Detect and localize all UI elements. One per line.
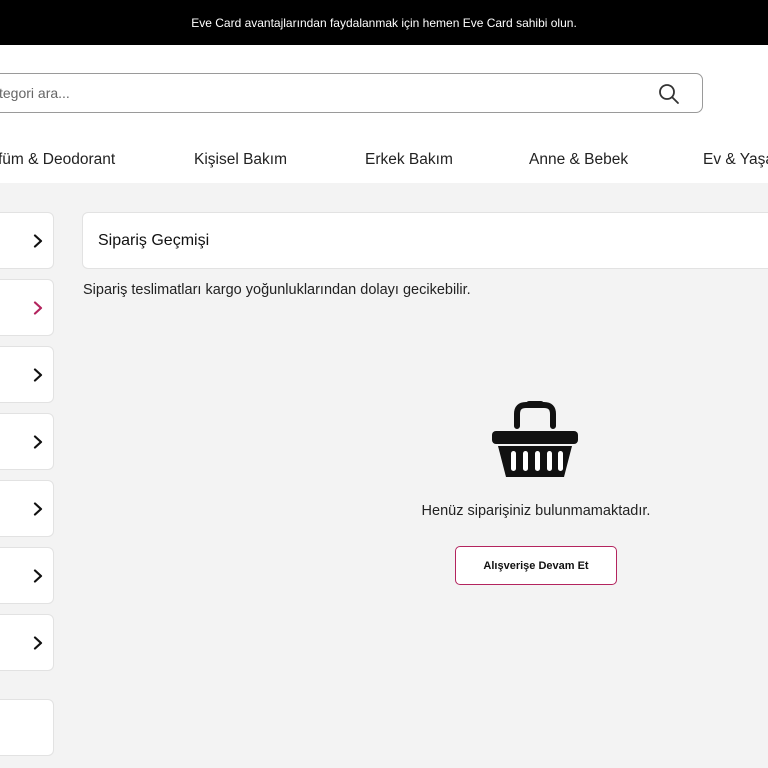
order-history-header: Sipariş Geçmişi bbox=[82, 212, 768, 269]
sidebar-item[interactable] bbox=[0, 699, 54, 756]
nav-item-mens-care[interactable]: Erkek Bakım bbox=[365, 151, 453, 169]
chevron-right-icon bbox=[33, 435, 43, 449]
search-box[interactable] bbox=[0, 73, 703, 113]
delivery-notice: Sipariş teslimatları kargo yoğunlukların… bbox=[83, 282, 471, 298]
search-icon[interactable] bbox=[657, 82, 681, 106]
announcement-text: Eve Card avantajlarından faydalanmak içi… bbox=[191, 15, 577, 30]
sidebar-item[interactable] bbox=[0, 614, 54, 671]
nav-item-perfume-deodorant[interactable]: füm & Deodorant bbox=[0, 151, 115, 169]
sidebar-item[interactable] bbox=[0, 413, 54, 470]
nav-item-home-living[interactable]: Ev & Yaşa bbox=[703, 151, 768, 169]
sidebar-item[interactable] bbox=[0, 346, 54, 403]
continue-shopping-button[interactable]: Alışverişe Devam Et bbox=[455, 546, 617, 585]
announcement-bar: Eve Card avantajlarından faydalanmak içi… bbox=[0, 0, 768, 45]
sidebar-item-active[interactable] bbox=[0, 279, 54, 336]
search-input[interactable] bbox=[0, 74, 641, 112]
chevron-right-icon bbox=[33, 636, 43, 650]
sidebar-item[interactable] bbox=[0, 547, 54, 604]
nav-item-mother-baby[interactable]: Anne & Bebek bbox=[529, 151, 628, 169]
chevron-right-icon bbox=[33, 368, 43, 382]
page-title: Sipariş Geçmişi bbox=[98, 232, 210, 249]
chevron-right-icon bbox=[33, 234, 43, 248]
empty-orders-message: Henüz siparişiniz bulunmamaktadır. bbox=[421, 503, 651, 519]
header: füm & Deodorant Kişisel Bakım Erkek Bakı… bbox=[0, 45, 768, 183]
chevron-right-icon bbox=[33, 569, 43, 583]
sidebar-item[interactable] bbox=[0, 212, 54, 269]
basket-icon bbox=[492, 401, 578, 477]
nav-item-personal-care[interactable]: Kişisel Bakım bbox=[194, 151, 287, 169]
category-nav: füm & Deodorant Kişisel Bakım Erkek Bakı… bbox=[0, 141, 768, 181]
sidebar-item[interactable] bbox=[0, 480, 54, 537]
chevron-right-icon bbox=[33, 502, 43, 516]
chevron-right-icon bbox=[33, 301, 43, 315]
